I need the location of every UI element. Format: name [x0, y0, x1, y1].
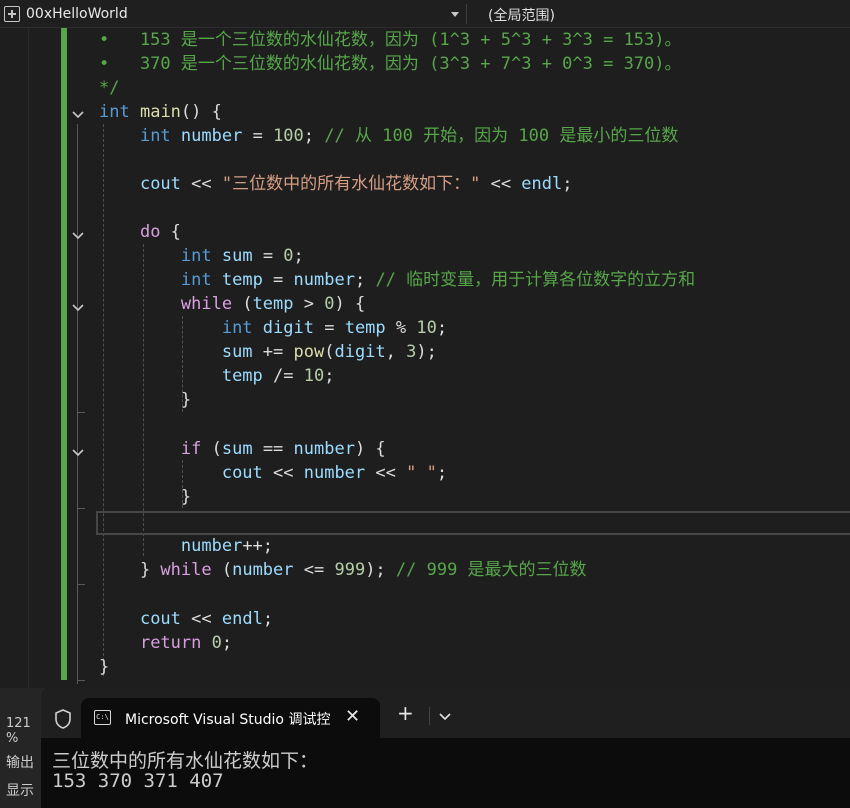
chevron-down-icon: [72, 449, 84, 457]
code-line: sum += pow(digit, 3);: [221, 342, 437, 362]
zoom-level[interactable]: 121 %: [6, 716, 46, 746]
code-line: int main() {: [99, 102, 222, 122]
code-line: if (sum == number) {: [180, 439, 386, 459]
project-name: 00xHelloWorld: [26, 6, 128, 22]
console-tab-title: Microsoft Visual Studio 调试控: [125, 712, 331, 728]
code-line: }: [99, 390, 192, 410]
code-line: • 370 是一个三位数的水仙花数，因为 (3^3 + 7^3 + 0^3 = …: [99, 54, 682, 74]
console-tab[interactable]: C:\ Microsoft Visual Studio 调试控 ✕: [81, 698, 380, 738]
code-line: */: [99, 78, 120, 98]
gutter-edge: [28, 28, 29, 688]
code-line: number++;: [180, 536, 274, 556]
fold-toggle-main[interactable]: [71, 106, 85, 120]
code-line: }: [99, 487, 192, 507]
code-line: int digit = temp % 10;: [221, 318, 448, 338]
fold-toggle-if[interactable]: [71, 444, 85, 458]
console-output-line: 153 370 371 407: [52, 770, 224, 792]
close-icon[interactable]: ✕: [345, 706, 360, 727]
fold-end-tick: [77, 584, 85, 585]
fold-toggle-while[interactable]: [71, 299, 85, 313]
status-strip: 121 % 输出 显示: [0, 688, 46, 808]
code-line: return 0;: [139, 633, 233, 653]
chevron-down-icon: [72, 232, 84, 240]
console-output-line: 三位数中的所有水仙花数如下：: [52, 750, 319, 772]
fold-outline: [77, 124, 78, 684]
code-line: cout << number << " ";: [221, 463, 448, 483]
fold-end-tick: [77, 508, 85, 509]
chevron-down-icon: [451, 12, 459, 17]
current-line-highlight: [96, 511, 850, 535]
code-line: while (temp > 0) {: [180, 294, 366, 314]
console-tab-strip: C:\ Microsoft Visual Studio 调试控 ✕ +: [41, 688, 850, 738]
change-tracking-bar: [61, 28, 67, 680]
code-line: }: [99, 657, 110, 677]
navbar-divider: [466, 4, 467, 24]
code-line: int number = 100; // 从 100 开始，因为 100 是最小…: [139, 126, 679, 146]
code-editor[interactable]: • 153 是一个三位数的水仙花数，因为 (1^3 + 5^3 + 3^3 = …: [0, 28, 850, 688]
fold-end-tick: [77, 680, 85, 681]
code-line: temp /= 10;: [221, 366, 335, 386]
terminal-icon: C:\: [94, 710, 111, 725]
navigation-bar: 00xHelloWorld (全局范围): [0, 0, 850, 28]
shield-icon[interactable]: [53, 708, 73, 730]
code-line: int sum = 0;: [180, 246, 304, 266]
fold-toggle-do[interactable]: [71, 227, 85, 241]
debug-console-window: C:\ Microsoft Visual Studio 调试控 ✕ + 三位数中…: [41, 688, 850, 808]
code-line: cout << "三位数中的所有水仙花数如下：" << endl;: [139, 174, 573, 194]
chevron-down-icon: [72, 111, 84, 119]
code-line: do {: [139, 222, 181, 242]
chevron-down-icon: [439, 713, 451, 721]
output-panel-label[interactable]: 输出: [6, 752, 34, 772]
project-dropdown[interactable]: 00xHelloWorld: [4, 3, 459, 25]
code-line: • 153 是一个三位数的水仙花数，因为 (1^3 + 5^3 + 3^3 = …: [99, 30, 682, 50]
project-icon: [4, 6, 20, 22]
code-line: int temp = number; // 临时变量，用于计算各位数字的立方和: [180, 270, 696, 290]
code-line: cout << endl;: [139, 609, 274, 629]
code-line: } while (number <= 999); // 999 是最大的三位数: [99, 560, 587, 580]
fold-end-tick: [77, 412, 85, 413]
show-output-label: 显示: [6, 783, 34, 799]
tab-divider: [429, 707, 430, 725]
chevron-down-icon: [72, 304, 84, 312]
scope-dropdown[interactable]: (全局范围): [488, 5, 555, 25]
new-tab-button[interactable]: +: [397, 703, 414, 723]
